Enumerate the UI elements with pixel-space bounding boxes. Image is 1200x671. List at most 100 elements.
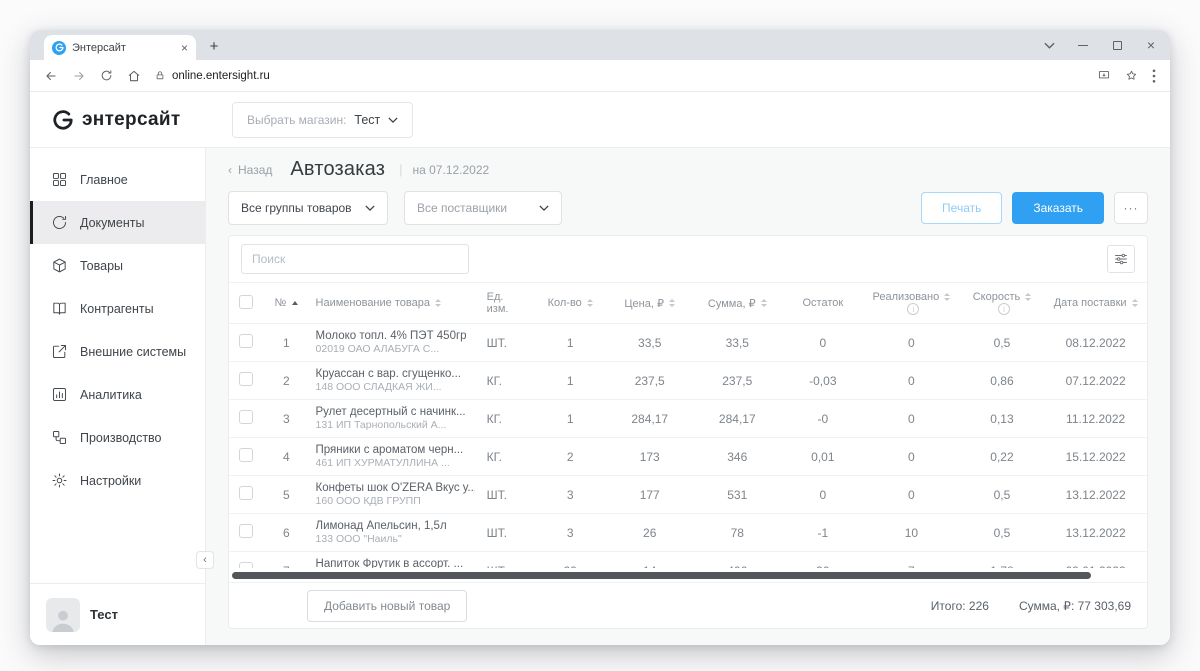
main-content: ‹ Назад Автозаказ | на 07.12.2022 Все гр… (206, 148, 1170, 645)
store-selector-label: Выбрать магазин: (247, 112, 347, 127)
column-header-name[interactable]: Наименование товара (309, 282, 481, 325)
sidebar-item-contractors[interactable]: Контрагенты (30, 287, 205, 330)
sidebar-item-label: Аналитика (80, 387, 142, 402)
row-number: 3 (263, 399, 310, 439)
browser-tab[interactable]: Энтерсайт × (44, 35, 196, 60)
window-close-button[interactable]: × (1144, 38, 1158, 52)
chevron-down-icon (539, 205, 549, 211)
table-row[interactable]: 5 Конфеты шок O'ZERA Вкус у... 160 ООО К… (229, 475, 1147, 515)
window-minimize-button[interactable] (1076, 38, 1090, 52)
product-code-supplier: 160 ООО КДВ ГРУПП (315, 495, 421, 508)
column-header-sum[interactable]: Сумма, ₽ (691, 282, 783, 325)
home-icon[interactable] (127, 69, 141, 83)
add-product-button[interactable]: Добавить новый товар (307, 589, 468, 622)
row-number: 5 (263, 475, 310, 515)
column-header-num[interactable]: № (263, 282, 310, 325)
select-all-checkbox[interactable] (239, 294, 254, 309)
bookmark-star-icon[interactable] (1125, 69, 1138, 82)
product-code-supplier: 02019 ОАО АЛАБУГА С... (315, 343, 440, 356)
row-quantity: 3 (532, 475, 608, 515)
row-number: 4 (263, 437, 310, 477)
sidebar-item-production[interactable]: Производство (30, 416, 205, 459)
window-maximize-button[interactable] (1110, 38, 1124, 52)
scrollbar-thumb[interactable] (232, 572, 1092, 579)
browser-menu-dots-icon[interactable] (1152, 68, 1156, 83)
row-price: 33,5 (607, 323, 692, 363)
back-link[interactable]: ‹ Назад (228, 163, 272, 177)
tab-close-icon[interactable]: × (181, 42, 188, 54)
sidebar-item-external-systems[interactable]: Внешние системы (30, 330, 205, 373)
row-unit: ШТ. (480, 475, 533, 515)
column-header-speed[interactable]: Скорость i (959, 282, 1045, 325)
row-price: 26 (607, 513, 692, 553)
sidebar-item-documents[interactable]: Документы (30, 201, 205, 244)
row-speed: 0,22 (959, 437, 1045, 477)
row-checkbox[interactable] (239, 410, 254, 425)
row-checkbox[interactable] (239, 486, 254, 501)
table-footer: Добавить новый товар Итого: 226 Сумма, ₽… (229, 582, 1147, 628)
info-icon[interactable]: i (997, 303, 1010, 316)
product-groups-select[interactable]: Все группы товаров (228, 191, 388, 225)
row-stock: 0,01 (782, 437, 864, 477)
row-quantity: 1 (532, 323, 608, 363)
user-profile[interactable]: Тест (30, 583, 205, 645)
window-menu-chevron-icon[interactable] (1042, 38, 1056, 52)
sidebar-item-products[interactable]: Товары (30, 244, 205, 287)
order-date: на 07.12.2022 (412, 162, 490, 177)
row-stock: -0 (782, 399, 864, 439)
refresh-icon[interactable] (100, 69, 113, 82)
more-actions-button[interactable]: ··· (1114, 192, 1148, 224)
row-delivery-date: 15.12.2022 (1044, 437, 1147, 477)
row-checkbox[interactable] (239, 334, 254, 349)
gear-icon (52, 473, 67, 488)
lock-icon (155, 70, 165, 81)
search-input[interactable] (241, 244, 469, 274)
column-header-date[interactable]: Дата поставки (1044, 282, 1147, 325)
row-sum: 284,17 (691, 399, 783, 439)
row-checkbox[interactable] (239, 562, 254, 568)
column-header-sold[interactable]: Реализовано i (863, 282, 960, 325)
back-icon[interactable] (44, 69, 58, 83)
page-title: Автозаказ (290, 158, 386, 180)
row-price: 177 (607, 475, 692, 515)
row-checkbox[interactable] (239, 448, 254, 463)
row-number: 1 (263, 323, 310, 363)
table-row[interactable]: 4 Пряники с ароматом черн... 461 ИП ХУРМ… (229, 437, 1147, 477)
row-sold: 0 (863, 399, 960, 439)
column-header-qty[interactable]: Кол-во (532, 282, 608, 325)
forward-icon[interactable] (72, 69, 86, 83)
table-row[interactable]: 6 Лимонад Апельсин, 1,5л 133 ООО "Наиль"… (229, 513, 1147, 553)
sidebar-collapse-button[interactable]: ‹ (196, 551, 214, 569)
autoorder-table: № Наименование товара Ед. изм. Кол-во Це… (229, 282, 1147, 568)
sidebar-item-settings[interactable]: Настройки (30, 459, 205, 502)
app-root: энтерсайт Выбрать магазин: Тест Главное (30, 92, 1170, 645)
info-icon[interactable]: i (907, 303, 920, 316)
print-button[interactable]: Печать (921, 192, 1003, 224)
column-header-price[interactable]: Цена, ₽ (607, 282, 692, 325)
sidebar-item-main[interactable]: Главное (30, 158, 205, 201)
total-sum: Сумма, ₽: 77 303,69 (1018, 598, 1131, 613)
chevron-down-icon (388, 116, 398, 123)
store-selector[interactable]: Выбрать магазин: Тест (232, 101, 414, 138)
site-favicon-icon (52, 40, 66, 55)
sidebar-item-analytics[interactable]: Аналитика (30, 373, 205, 416)
address-bar[interactable]: online.entersight.ru (155, 70, 1083, 82)
order-button[interactable]: Заказать (1012, 192, 1104, 224)
row-speed: 0,5 (959, 323, 1045, 363)
suppliers-select[interactable]: Все поставщики (404, 191, 562, 225)
row-checkbox[interactable] (239, 524, 254, 539)
row-speed: 1,78 (959, 551, 1045, 568)
table-row[interactable]: 2 Круассан с вар. сгущенко... 148 ООО СЛ… (229, 361, 1147, 401)
row-delivery-date: 09.01.2023 (1044, 551, 1147, 568)
table-row[interactable]: 7 Напиток Фрутик в ассорт. ... 02066 ИП … (229, 551, 1147, 568)
new-tab-button[interactable]: + (202, 34, 226, 58)
table-row[interactable]: 1 Молоко топл. 4% ПЭТ 450гр 02019 ОАО АЛ… (229, 323, 1147, 363)
row-checkbox[interactable] (239, 372, 254, 387)
row-price: 237,5 (607, 361, 692, 401)
table-row[interactable]: 3 Рулет десертный с начинк... 131 ИП Тар… (229, 399, 1147, 439)
url-text: online.entersight.ru (172, 69, 270, 82)
row-quantity: 1 (532, 361, 608, 401)
horizontal-scrollbar (231, 570, 1145, 582)
table-settings-button[interactable] (1107, 245, 1135, 273)
send-to-device-icon[interactable] (1097, 69, 1111, 82)
